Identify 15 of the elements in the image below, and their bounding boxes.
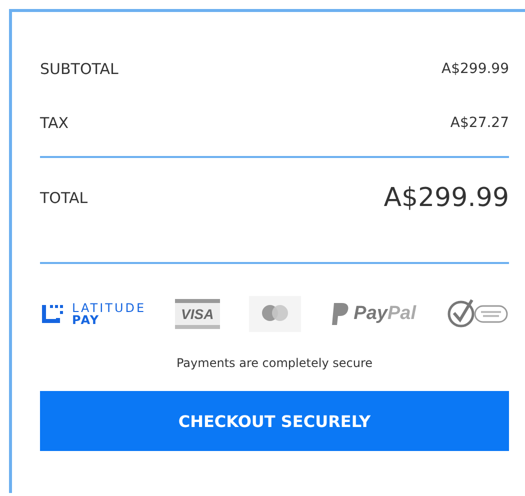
paypal-logo-text: PayPal xyxy=(354,303,416,325)
bracket-icon xyxy=(40,303,66,325)
summary-value: A$27.27 xyxy=(450,115,509,131)
total-label: TOTAL xyxy=(40,189,88,207)
summary-value: A$299.99 xyxy=(442,61,509,77)
paypal-p-icon xyxy=(330,302,350,326)
summary-label: TAX xyxy=(40,114,69,132)
checkout-button[interactable]: CHECKOUT SECURELY xyxy=(40,391,509,451)
total-value: A$299.99 xyxy=(384,183,509,213)
card-logo-icon xyxy=(248,296,301,332)
visa-logo: VISA xyxy=(175,299,220,329)
summary-label: SUBTOTAL xyxy=(40,60,118,78)
pay-logo-text: PAY xyxy=(72,314,101,326)
latitude-logo-text: LATITUDE xyxy=(72,302,146,314)
secure-note: Payments are completely secure xyxy=(175,356,374,370)
